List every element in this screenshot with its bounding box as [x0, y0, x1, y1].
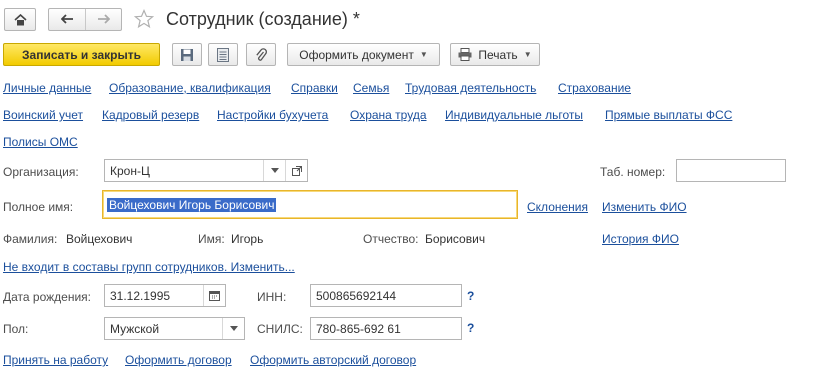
full-name-label: Полное имя:: [3, 200, 74, 214]
tab-insurance[interactable]: Страхование: [558, 81, 631, 95]
tab-accounting-settings[interactable]: Настройки бухучета: [217, 108, 328, 122]
tab-number-field[interactable]: [676, 159, 786, 182]
back-button[interactable]: [49, 9, 85, 30]
page-title: Сотрудник (создание) *: [166, 9, 360, 29]
open-icon[interactable]: [285, 160, 307, 181]
save-button[interactable]: [172, 43, 202, 66]
full-name-value: Войцехович Игорь Борисович: [107, 197, 277, 212]
chevron-down-icon: ▼: [419, 50, 428, 59]
create-document-label: Оформить документ: [299, 47, 414, 62]
snils-help-icon[interactable]: ?: [467, 321, 474, 335]
calendar-icon[interactable]: [203, 285, 225, 306]
snils-value: 780-865-692 61: [316, 321, 401, 336]
inn-label: ИНН:: [257, 290, 287, 304]
change-fio-link[interactable]: Изменить ФИО: [602, 200, 687, 214]
birth-date-label: Дата рождения:: [3, 290, 91, 304]
first-name-value: Игорь: [231, 232, 264, 246]
attach-button[interactable]: [246, 43, 276, 66]
birth-date-value: 31.12.1995: [110, 288, 171, 303]
declensions-link[interactable]: Склонения: [527, 200, 588, 214]
dropdown-icon[interactable]: [263, 160, 285, 181]
gender-value: Мужской: [110, 321, 160, 336]
attach-icon: [255, 47, 267, 62]
tab-work-history[interactable]: Трудовая деятельность: [405, 81, 536, 95]
print-label: Печать: [478, 47, 518, 62]
back-icon: [60, 13, 74, 27]
tab-military[interactable]: Воинский учет: [3, 108, 83, 122]
fio-history-link[interactable]: История ФИО: [602, 232, 679, 246]
tab-individual-benefits[interactable]: Индивидуальные льготы: [445, 108, 583, 122]
tab-oms-policies[interactable]: Полисы ОМС: [3, 135, 78, 149]
organization-value: Крон-Ц: [110, 163, 150, 178]
surname-label: Фамилия:: [3, 232, 58, 246]
forward-icon: [97, 13, 111, 27]
history-nav: [48, 8, 122, 31]
tab-personal-data[interactable]: Личные данные: [3, 81, 91, 95]
save-icon: [180, 48, 194, 62]
tab-labor-protection[interactable]: Охрана труда: [350, 108, 427, 122]
list-button[interactable]: [208, 43, 238, 66]
tab-certificates[interactable]: Справки: [291, 81, 338, 95]
tab-number-label: Таб. номер:: [600, 165, 666, 179]
tab-family[interactable]: Семья: [353, 81, 389, 95]
gender-select[interactable]: Мужской: [104, 317, 245, 340]
tab-personnel-reserve[interactable]: Кадровый резерв: [102, 108, 199, 122]
full-name-field[interactable]: Войцехович Игорь Борисович: [102, 190, 518, 219]
birth-date-field[interactable]: 31.12.1995: [104, 284, 226, 307]
star-icon[interactable]: [133, 8, 155, 32]
home-icon: [13, 13, 27, 26]
tab-education[interactable]: Образование, квалификация: [109, 81, 271, 95]
organization-label: Организация:: [3, 165, 79, 179]
print-button[interactable]: Печать ▼: [450, 43, 540, 66]
contract-link[interactable]: Оформить договор: [125, 353, 232, 367]
tab-fss-payments[interactable]: Прямые выплаты ФСС: [605, 108, 732, 122]
create-document-button[interactable]: Оформить документ ▼: [287, 43, 440, 66]
patronymic-value: Борисович: [425, 232, 486, 246]
inn-value: 500865692144: [316, 288, 397, 303]
gender-label: Пол:: [3, 322, 29, 336]
inn-field[interactable]: 500865692144: [310, 284, 462, 307]
snils-label: СНИЛС:: [257, 322, 303, 336]
hire-link[interactable]: Принять на работу: [3, 353, 108, 367]
snils-field[interactable]: 780-865-692 61: [310, 317, 462, 340]
dropdown-icon[interactable]: [222, 318, 244, 339]
patronymic-label: Отчество:: [363, 232, 419, 246]
inn-help-icon[interactable]: ?: [467, 289, 474, 303]
printer-icon: [458, 48, 472, 61]
organization-field[interactable]: Крон-Ц: [104, 159, 308, 182]
surname-value: Войцехович: [66, 232, 133, 246]
forward-button[interactable]: [85, 9, 121, 30]
save-and-close-button[interactable]: Записать и закрыть: [3, 43, 160, 66]
author-contract-link[interactable]: Оформить авторский договор: [250, 353, 416, 367]
first-name-label: Имя:: [198, 232, 225, 246]
list-icon: [217, 47, 229, 62]
employee-groups-link[interactable]: Не входит в составы групп сотрудников. И…: [3, 260, 295, 274]
home-button[interactable]: [4, 8, 36, 31]
chevron-down-icon: ▼: [523, 50, 532, 59]
